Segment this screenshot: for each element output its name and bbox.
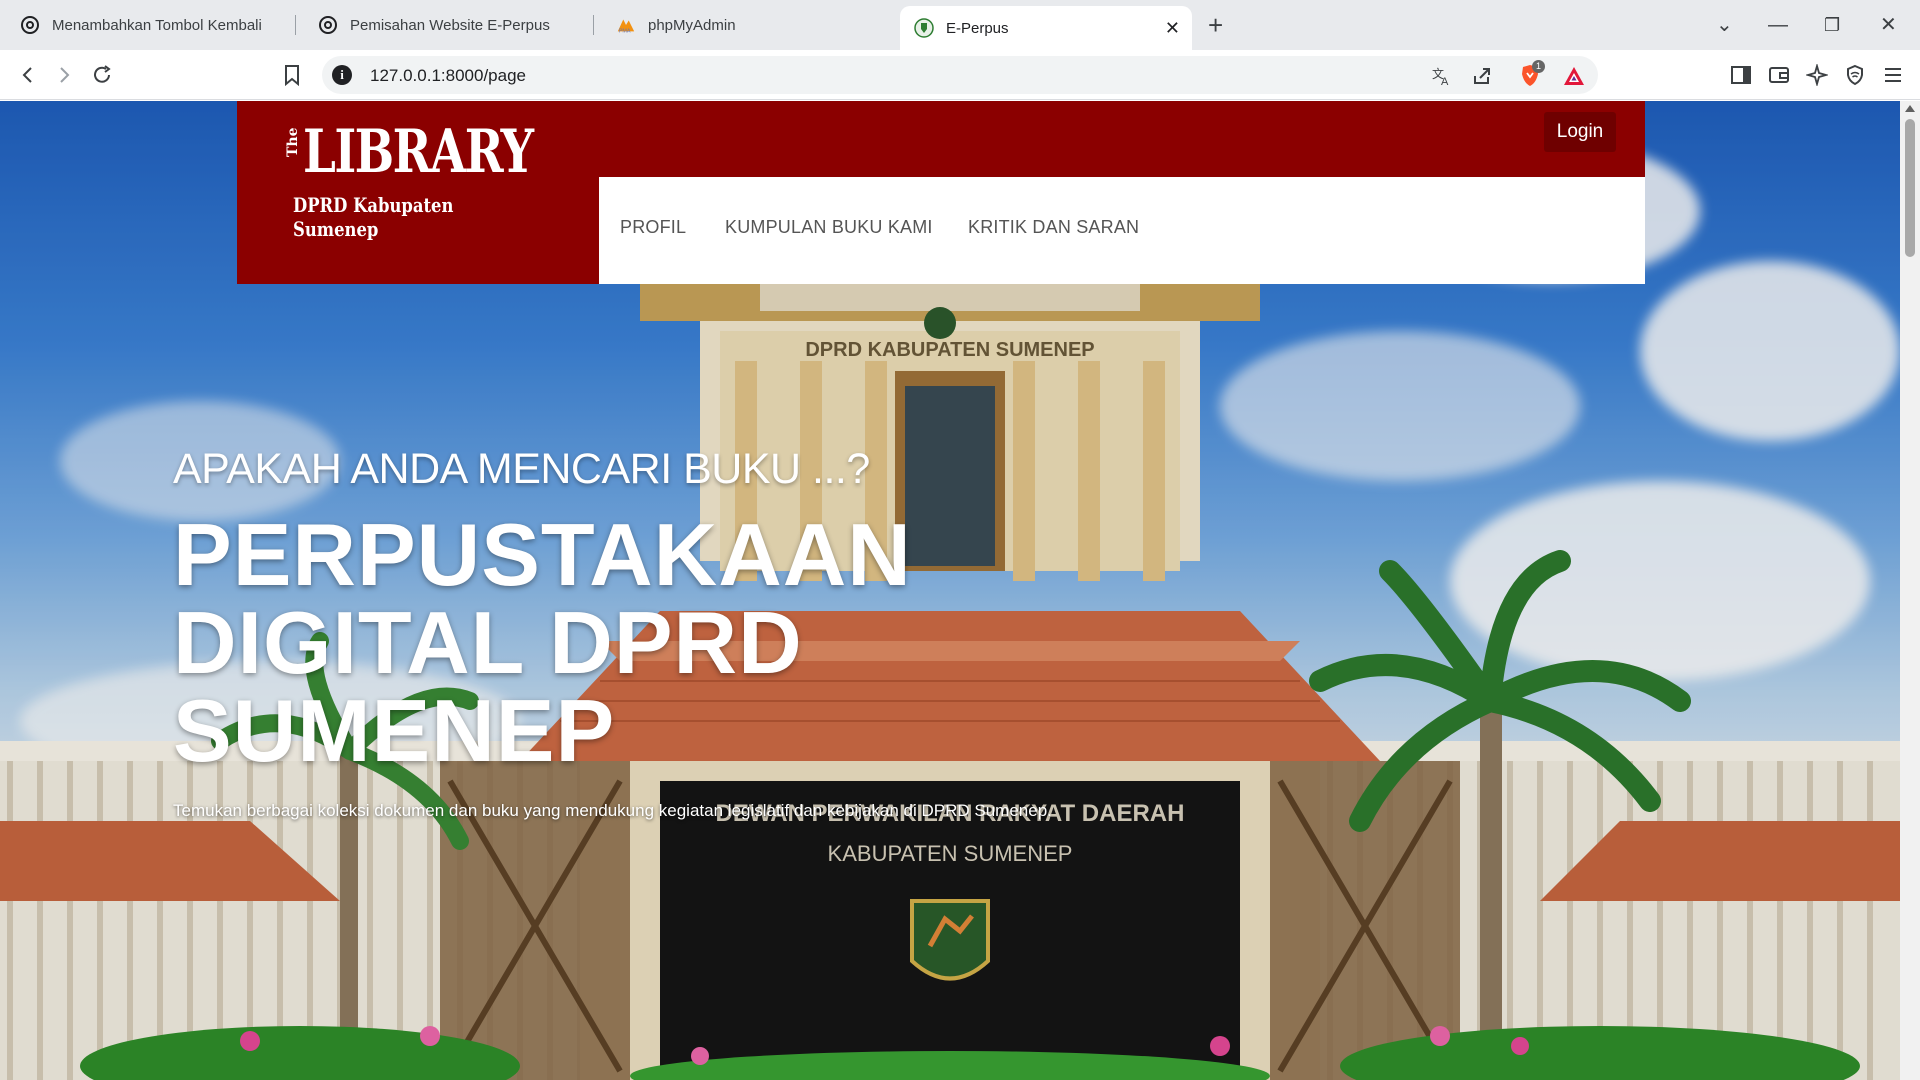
address-bar[interactable]: i 127.0.0.1:8000/page 文A 1 [322,56,1598,94]
nav-kritik-saran[interactable]: KRITIK DAN SARAN [968,217,1139,238]
sidebar-toggle-icon[interactable] [1727,61,1755,89]
close-window-button[interactable]: ✕ [1880,10,1897,40]
hero-kicker: APAKAH ANDA MENCARI BUKU ...? [173,445,870,493]
tab-separator [593,15,594,35]
translate-icon[interactable]: 文A [1430,64,1454,88]
chatgpt-icon [20,15,40,35]
new-tab-button[interactable]: + [1208,10,1223,40]
main-navigation: PROFIL KUMPULAN BUKU KAMI KRITIK DAN SAR… [599,177,1645,284]
vpn-shield-icon[interactable] [1841,61,1869,89]
share-icon[interactable] [1470,64,1494,88]
tab-title: Menambahkan Tombol Kembali [52,16,262,34]
tab-search-icon[interactable]: ⌄ [1716,10,1733,40]
restore-button[interactable]: ❐ [1824,10,1840,40]
browser-toolbar: i 127.0.0.1:8000/page 文A 1 [0,50,1920,100]
tab-title: phpMyAdmin [648,16,736,34]
tab-title: E-Perpus [946,19,1009,37]
brave-rewards-icon[interactable] [1562,64,1586,88]
hero-title-line: DIGITAL DPRD [173,593,803,692]
nav-kumpulan-buku[interactable]: KUMPULAN BUKU KAMI [725,217,933,238]
close-tab-icon[interactable]: ✕ [1165,18,1180,39]
logo-sub-text: DPRD Kabupaten Sumenep [293,193,454,241]
login-button[interactable]: Login [1544,112,1616,152]
site-info-icon[interactable]: i [332,65,352,85]
svg-text:A: A [1441,76,1449,87]
site-logo[interactable]: The LIBRARY DPRD Kabupaten Sumenep [237,101,599,284]
phpmyadmin-icon: PMA [616,15,636,35]
tab-separator [295,15,296,35]
leo-ai-icon[interactable] [1803,61,1831,89]
hero-title: PERPUSTAKAAN DIGITAL DPRD SUMENEP [173,511,933,775]
url-text: 127.0.0.1:8000/page [370,66,526,85]
header-top-bar [599,101,1645,177]
back-icon[interactable] [14,61,42,89]
page-viewport: DPRD KABUPATEN SUMENEP DEWAN PERWAKILAN … [0,101,1900,1080]
menu-icon[interactable] [1879,61,1907,89]
shields-badge: 1 [1532,60,1545,73]
tab-title: Pemisahan Website E-Perpus [350,16,550,34]
forward-icon[interactable] [50,61,78,89]
wallet-icon[interactable] [1765,61,1793,89]
hero-title-line: SUMENEP [173,681,616,780]
browser-tab[interactable]: PMA phpMyAdmin [602,6,892,44]
browser-tab-active[interactable]: E-Perpus ✕ [900,6,1192,50]
chatgpt-icon [318,15,338,35]
browser-tab[interactable]: Menambahkan Tombol Kembali [6,6,296,44]
minimize-button[interactable]: — [1768,10,1788,40]
svg-text:PMA: PMA [619,28,631,34]
brave-shields-icon[interactable]: 1 [1518,60,1545,88]
hero-description: Temukan berbagai koleksi dokumen dan buk… [173,801,1052,820]
logo-main-text: LIBRARY [303,117,534,187]
hero-title-line: PERPUSTAKAAN [173,505,912,604]
nav-profil[interactable]: PROFIL [620,217,686,238]
browser-tab[interactable]: Pemisahan Website E-Perpus [304,6,594,44]
scroll-up-icon[interactable] [1905,105,1915,112]
page-scrollbar[interactable] [1900,101,1920,1080]
scrollbar-thumb[interactable] [1905,119,1915,257]
bookmark-icon[interactable] [278,61,306,89]
site-emblem-icon [914,18,934,38]
browser-tab-strip: Menambahkan Tombol Kembali Pemisahan Web… [0,0,1920,50]
reload-icon[interactable] [88,61,116,89]
logo-the-text: The [285,127,301,157]
